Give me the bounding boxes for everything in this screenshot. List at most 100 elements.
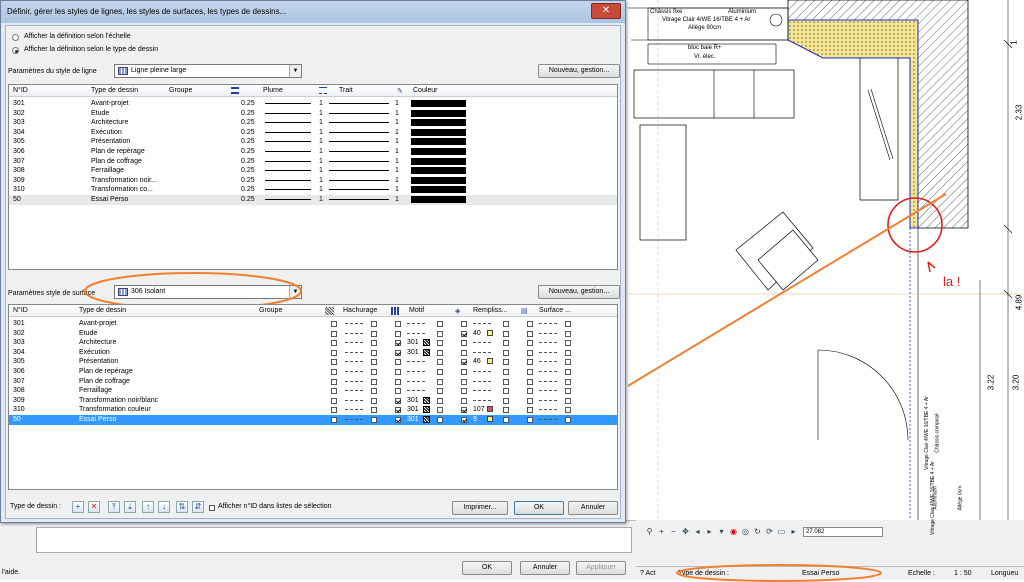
motif-checkbox[interactable] — [395, 359, 401, 366]
surface-checkbox[interactable] — [527, 369, 533, 375]
hatch-checkbox[interactable] — [331, 369, 337, 375]
motif-alt-checkbox[interactable] — [437, 388, 443, 395]
motif-checkbox[interactable] — [395, 388, 401, 395]
rotate-icon[interactable]: ↻ — [753, 527, 762, 536]
surface-alt-checkbox[interactable] — [565, 321, 571, 327]
move-down-icon[interactable]: ↓ — [158, 501, 170, 513]
table-row[interactable]: 309 Transformation noir/blanc 301 — [9, 396, 617, 406]
hatch-checkbox[interactable] — [331, 321, 337, 327]
hatch-alt-checkbox[interactable] — [371, 417, 377, 423]
zoom-icon[interactable]: ⚲ — [645, 527, 654, 536]
motif-checkbox[interactable] — [395, 407, 401, 414]
surface-alt-checkbox[interactable] — [565, 388, 571, 395]
surface-checkbox[interactable] — [527, 417, 533, 423]
motif-alt-checkbox[interactable] — [437, 359, 443, 366]
motif-alt-checkbox[interactable] — [437, 378, 443, 385]
line-style-table[interactable]: N°ID Type de dessin Groupe Plume Trait ✎… — [8, 84, 618, 270]
new-manage-button-2[interactable]: Nouveau, gestion... — [538, 285, 620, 299]
table-row[interactable]: 305 Présentation 0.25 1 1 — [9, 137, 617, 147]
cad-drawing-area[interactable]: Châssis fixe Aluminium Vitrage Clair 4/W… — [628, 0, 1024, 580]
motif-alt-checkbox[interactable] — [437, 340, 443, 347]
fill-checkbox[interactable] — [461, 378, 467, 385]
motif-checkbox[interactable] — [395, 417, 401, 423]
surface-alt-checkbox[interactable] — [565, 407, 571, 414]
hatch-alt-checkbox[interactable] — [371, 378, 377, 385]
move-top-icon[interactable]: ⤒ — [108, 501, 120, 513]
fill-alt-checkbox[interactable] — [503, 340, 509, 347]
table-row[interactable]: 303 Architecture 301 — [9, 338, 617, 348]
fill-checkbox[interactable] — [461, 407, 467, 414]
move-up-icon[interactable]: ↑ — [142, 501, 154, 513]
arrow-right-icon[interactable]: ▸ — [705, 527, 714, 536]
show-id-checkbox[interactable] — [209, 505, 215, 511]
hatch-checkbox[interactable] — [331, 388, 337, 395]
motif-alt-checkbox[interactable] — [437, 397, 443, 404]
surface-checkbox[interactable] — [527, 330, 533, 337]
surface-style-table[interactable]: N°ID Type de dessin Groupe Hachurage Mot… — [8, 304, 618, 490]
table-row[interactable]: 309 Transformation noir... 0.25 1 1 — [9, 176, 617, 186]
hatch-alt-checkbox[interactable] — [371, 349, 377, 356]
motif-alt-checkbox[interactable] — [437, 349, 443, 356]
fill-checkbox[interactable] — [461, 330, 467, 337]
hatch-alt-checkbox[interactable] — [371, 407, 377, 414]
fill-alt-checkbox[interactable] — [503, 378, 509, 385]
surface-alt-checkbox[interactable] — [565, 349, 571, 356]
hatch-checkbox[interactable] — [331, 407, 337, 414]
surface-checkbox[interactable] — [527, 388, 533, 395]
radio-type[interactable] — [12, 47, 19, 54]
zoom-value-input[interactable]: 27.082 — [803, 527, 883, 537]
import-icon[interactable]: ⇅ — [176, 501, 188, 513]
record-icon[interactable]: ◉ — [729, 527, 738, 536]
surface-checkbox[interactable] — [527, 397, 533, 404]
fill-checkbox[interactable] — [461, 359, 467, 366]
zoom-out-icon[interactable]: − — [669, 527, 678, 536]
hatch-checkbox[interactable] — [331, 359, 337, 366]
hatch-alt-checkbox[interactable] — [371, 321, 377, 327]
hatch-alt-checkbox[interactable] — [371, 359, 377, 366]
table-row[interactable]: 301 Avant-projet — [9, 319, 617, 329]
ok-button[interactable]: OK — [514, 501, 564, 515]
zoom-in-icon[interactable]: + — [657, 527, 666, 536]
bg-cancel-button[interactable]: Annuler — [520, 561, 570, 575]
hatch-alt-checkbox[interactable] — [371, 340, 377, 347]
fill-checkbox[interactable] — [461, 340, 467, 347]
surface-alt-checkbox[interactable] — [565, 330, 571, 337]
table-row[interactable]: 306 Plan de repérage — [9, 367, 617, 377]
fill-checkbox[interactable] — [461, 321, 467, 327]
motif-alt-checkbox[interactable] — [437, 321, 443, 327]
table-row[interactable]: 304 Exécution 301 — [9, 348, 617, 358]
motif-checkbox[interactable] — [395, 369, 401, 375]
hatch-checkbox[interactable] — [331, 378, 337, 385]
table-row[interactable]: 304 Exécution 0.25 1 1 — [9, 128, 617, 138]
surface-checkbox[interactable] — [527, 349, 533, 356]
surface-checkbox[interactable] — [527, 340, 533, 347]
window-icon[interactable]: ▭ — [777, 527, 786, 536]
fill-checkbox[interactable] — [461, 349, 467, 356]
motif-checkbox[interactable] — [395, 378, 401, 385]
table-row[interactable]: 308 Ferraillage 0.25 1 1 — [9, 166, 617, 176]
surface-alt-checkbox[interactable] — [565, 359, 571, 366]
refresh-icon[interactable]: ⟳ — [765, 527, 774, 536]
surface-alt-checkbox[interactable] — [565, 369, 571, 375]
radio-scale[interactable] — [12, 34, 19, 41]
hatch-alt-checkbox[interactable] — [371, 330, 377, 337]
surface-checkbox[interactable] — [527, 321, 533, 327]
cancel-button[interactable]: Annuler — [568, 501, 618, 515]
surface-alt-checkbox[interactable] — [565, 340, 571, 347]
hatch-checkbox[interactable] — [331, 330, 337, 337]
table-row[interactable]: 305 Présentation 46 — [9, 357, 617, 367]
fill-alt-checkbox[interactable] — [503, 359, 509, 366]
next-icon[interactable]: ▸ — [789, 527, 798, 536]
move-bottom-icon[interactable]: ⤓ — [124, 501, 136, 513]
arrow-left-icon[interactable]: ◂ — [693, 527, 702, 536]
table-row[interactable]: 50 Essai Perso 0.25 1 1 — [9, 195, 617, 205]
surface-alt-checkbox[interactable] — [565, 378, 571, 385]
table-row[interactable]: 307 Plan de coffrage — [9, 377, 617, 387]
table-row[interactable]: 303 Architecture 0.25 1 1 — [9, 118, 617, 128]
surface-alt-checkbox[interactable] — [565, 397, 571, 404]
table-row[interactable]: 306 Plan de repérage 0.25 1 1 — [9, 147, 617, 157]
motif-alt-checkbox[interactable] — [437, 369, 443, 375]
motif-alt-checkbox[interactable] — [437, 407, 443, 414]
motif-checkbox[interactable] — [395, 349, 401, 356]
hatch-checkbox[interactable] — [331, 340, 337, 347]
